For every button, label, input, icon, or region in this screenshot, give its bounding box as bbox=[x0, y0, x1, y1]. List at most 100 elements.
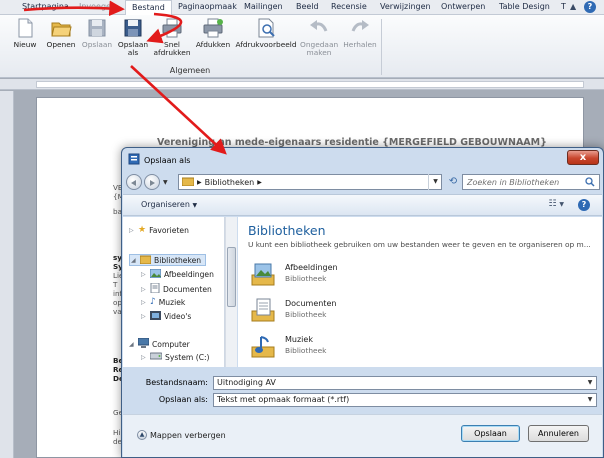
navigation-pane: ▷ ★ Favorieten ◢ Bibliotheken ▷ Afbeeldi… bbox=[123, 217, 225, 367]
tab-invoegen[interactable]: Invoegen bbox=[79, 2, 116, 11]
nav-item-libraries[interactable]: ◢ Bibliotheken bbox=[129, 254, 207, 266]
dialog-titlebar[interactable]: Opslaan als bbox=[128, 153, 190, 167]
quick-print-button[interactable]: Snel afdrukken bbox=[152, 17, 192, 57]
tab-recensie[interactable]: Recensie bbox=[331, 2, 367, 11]
filename-label: Bestandsnaam: bbox=[145, 378, 208, 387]
cancel-button[interactable]: Annuleren bbox=[528, 425, 589, 442]
close-button[interactable]: x bbox=[567, 150, 599, 165]
view-options-icon[interactable]: ☷ ▼ bbox=[548, 199, 564, 209]
nav-item-computer[interactable]: ◢ Computer bbox=[129, 337, 190, 350]
print-button[interactable]: Afdukken bbox=[194, 17, 232, 49]
nav-item-pictures[interactable]: ▷ Afbeeldingen bbox=[141, 268, 214, 280]
tab-more[interactable]: T bbox=[561, 2, 566, 11]
tab-table-design[interactable]: Table Design bbox=[499, 2, 550, 11]
dialog-title: Opslaan als bbox=[144, 155, 191, 165]
command-bar: Organiseren ▼ ☷ ▼ ? bbox=[123, 194, 602, 216]
nav-item-music[interactable]: ▷ ♪ Muziek bbox=[141, 297, 185, 307]
tab-mailingen[interactable]: Mailingen bbox=[244, 2, 283, 11]
search-icon bbox=[585, 177, 595, 189]
music-note-icon: ♪ bbox=[150, 297, 156, 307]
new-document-icon bbox=[14, 17, 36, 39]
filename-row: Bestandsnaam: Uitnodiging AV ▼ bbox=[123, 376, 602, 391]
save-as-dialog: Opslaan als x ▼ ▶ Bibliotheken ▶ ▼ ⟲ Zoe… bbox=[121, 147, 604, 458]
address-box[interactable]: ▶ Bibliotheken ▶ bbox=[178, 174, 442, 190]
document-line: Hi bbox=[113, 428, 121, 437]
save-dialog-button[interactable]: Opslaan bbox=[461, 425, 520, 442]
chevron-up-icon: ▲ bbox=[137, 430, 147, 440]
save-as-icon bbox=[122, 17, 144, 39]
breadcrumb-chevron-icon[interactable]: ▶ bbox=[257, 179, 262, 186]
breadcrumb-chevron-icon[interactable]: ▶ bbox=[197, 179, 202, 186]
chevron-down-icon: ▼ bbox=[192, 202, 198, 209]
nav-item-favorites[interactable]: ▷ ★ Favorieten bbox=[129, 225, 189, 235]
documents-icon bbox=[150, 282, 160, 295]
documents-library-icon bbox=[250, 297, 276, 323]
nav-item-documents[interactable]: ▷ Documenten bbox=[141, 282, 212, 295]
group-label-algemeen: Algemeen bbox=[169, 66, 211, 75]
breadcrumb-bibliotheken[interactable]: Bibliotheken bbox=[205, 178, 255, 187]
content-description: U kunt een bibliotheek gebruiken om uw b… bbox=[248, 240, 591, 249]
chevron-down-icon[interactable]: ▼ bbox=[584, 394, 596, 406]
help-icon[interactable]: ? bbox=[578, 199, 590, 211]
filetype-label: Opslaan als: bbox=[158, 395, 208, 404]
filename-input[interactable]: Uitnodiging AV ▼ bbox=[213, 376, 597, 390]
print-preview-icon bbox=[255, 17, 277, 39]
nav-item-system-drive[interactable]: ▷ System (C:) bbox=[141, 352, 210, 362]
back-button[interactable] bbox=[126, 174, 142, 190]
redo-button[interactable]: Herhalen bbox=[341, 17, 379, 49]
save-as-button[interactable]: Opslaan als bbox=[116, 17, 150, 57]
open-button[interactable]: Openen bbox=[45, 17, 77, 49]
folder-open-icon bbox=[50, 17, 72, 39]
address-dropdown-icon[interactable]: ▼ bbox=[428, 174, 442, 190]
chevron-down-icon[interactable]: ▼ bbox=[584, 377, 596, 389]
library-content-pane: Bibliotheken U kunt een bibliotheek gebr… bbox=[238, 217, 602, 367]
library-item-pictures[interactable]: Afbeeldingen Bibliotheek bbox=[250, 261, 450, 291]
recent-pages-chevron-icon[interactable]: ▼ bbox=[163, 179, 168, 186]
navigation-scrollbar[interactable] bbox=[225, 217, 237, 367]
group-separator bbox=[381, 19, 382, 75]
document-line: T bbox=[113, 280, 118, 289]
hide-folders-toggle[interactable]: ▲ Mappen verbergen bbox=[137, 430, 226, 440]
vertical-ruler[interactable] bbox=[0, 91, 14, 458]
filetype-row: Opslaan als: Tekst met opmaak formaat (*… bbox=[123, 393, 602, 408]
print-icon bbox=[202, 17, 224, 39]
library-item-documents[interactable]: Documenten Bibliotheek bbox=[250, 297, 450, 327]
search-input[interactable]: Zoeken in Bibliotheken bbox=[462, 174, 600, 190]
printer-icon bbox=[161, 17, 183, 39]
tab-verwijzingen[interactable]: Verwijzingen bbox=[380, 2, 431, 11]
help-icon[interactable]: ? bbox=[584, 1, 596, 13]
filetype-select[interactable]: Tekst met opmaak formaat (*.rtf) ▼ bbox=[213, 393, 597, 407]
tab-paginaopmaak[interactable]: Paginaopmaak bbox=[178, 2, 237, 11]
video-icon bbox=[150, 311, 161, 322]
scroll-thumb[interactable] bbox=[227, 247, 236, 307]
tab-startpagina[interactable]: Startpagina bbox=[22, 2, 69, 11]
pictures-library-icon bbox=[250, 261, 276, 287]
pictures-icon bbox=[149, 268, 162, 280]
content-title: Bibliotheken bbox=[248, 223, 326, 238]
word-document-icon bbox=[128, 153, 140, 167]
new-button[interactable]: Nieuw bbox=[10, 17, 40, 49]
floppy-disk-icon bbox=[86, 17, 108, 39]
chevron-up-icon[interactable]: ▲ bbox=[570, 2, 576, 11]
drive-icon bbox=[149, 352, 163, 362]
computer-icon bbox=[137, 337, 150, 350]
dialog-footer: ▲ Mappen verbergen Opslaan Annuleren bbox=[123, 414, 602, 457]
horizontal-ruler[interactable] bbox=[0, 79, 604, 90]
tab-bestand[interactable]: Bestand bbox=[125, 0, 172, 16]
print-preview-button[interactable]: Afdrukvoorbeeld bbox=[235, 17, 297, 49]
organize-button[interactable]: Organiseren ▼ bbox=[141, 200, 197, 209]
library-item-music[interactable]: Muziek Bibliotheek bbox=[250, 333, 450, 363]
undo-button[interactable]: Ongedaan maken bbox=[300, 17, 338, 57]
library-folder-icon bbox=[181, 176, 195, 188]
tab-ontwerpen[interactable]: Ontwerpen bbox=[441, 2, 485, 11]
ribbon-tab-strip: Startpagina Invoegen Bestand Paginaopmaa… bbox=[0, 0, 604, 16]
refresh-icon[interactable]: ⟲ bbox=[446, 174, 460, 190]
save-button[interactable]: Opslaan bbox=[80, 17, 114, 49]
forward-button[interactable] bbox=[144, 174, 160, 190]
music-library-icon bbox=[250, 333, 276, 359]
ribbon-toolbar: Nieuw Openen Opslaan Opslaan als Snel af… bbox=[0, 15, 604, 78]
library-folder-icon bbox=[139, 255, 152, 266]
nav-item-videos[interactable]: ▷ Video's bbox=[141, 311, 191, 322]
undo-icon bbox=[308, 17, 330, 39]
tab-beeld[interactable]: Beeld bbox=[296, 2, 319, 11]
